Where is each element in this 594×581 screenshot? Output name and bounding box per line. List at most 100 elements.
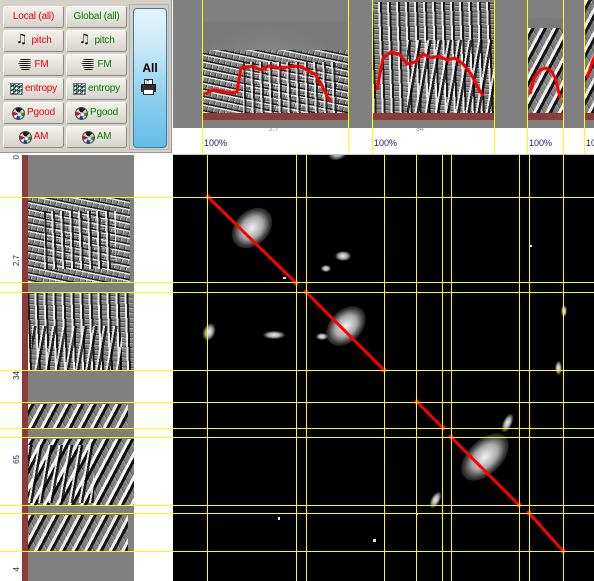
matrix-grid-vline [563,155,564,581]
fm-wave-icon [18,59,32,71]
axis-boundary-line [563,128,564,154]
segment-boundary-line [372,0,373,128]
music-note-icon [15,33,29,48]
disc-icon [75,106,89,120]
disc-icon [12,106,26,120]
fm-wave-icon [81,59,95,71]
matrix-grid-hline [173,505,594,506]
button-local-entropy-label: entropy [25,83,57,94]
button-local-pitch-label: pitch [31,35,52,46]
left-sound-segment-2 [28,292,133,370]
row-boundary-line [0,551,173,552]
left-spectrogram-strip[interactable]: 0 2.7 34 65 4 [0,155,173,581]
left-row-number-1: 0 [12,155,21,160]
button-local-pitch[interactable]: pitch [3,30,64,52]
button-global-am[interactable]: AM [66,126,127,148]
button-global-all[interactable]: Global (all) [66,6,127,28]
button-global-fm[interactable]: FM [66,54,127,76]
button-local-am[interactable]: AM [3,126,64,148]
segment-percent-4: 100% [586,138,594,148]
button-global-entropy-label: entropy [88,83,120,94]
button-local-pgood-label: Pgood [27,107,55,118]
segment-boundary-line [202,0,203,128]
top-percent-axis: 2.7 34 65 100% 100% 100% 100% 100% [173,128,594,155]
button-local-entropy[interactable]: entropy [3,78,64,100]
segment-boundary-line [527,0,528,128]
top-spectrogram-strip[interactable] [173,0,594,128]
matrix-grid-hline [173,428,594,429]
button-global-all-label: Global (all) [73,11,120,22]
top-pitch-trace-1 [204,64,333,103]
matrix-grid-hline [173,551,594,552]
matrix-grid-vline [416,155,417,581]
matrix-grid-vline [529,155,530,581]
left-sound-segment-5 [28,515,128,551]
segment-percent-2: 100% [374,138,398,148]
matrix-grid-hline [173,513,594,514]
entropy-icon [10,83,24,95]
button-global-am-label: AM [96,131,112,142]
button-global-entropy[interactable]: entropy [66,78,127,100]
top-pitch-trace-4 [585,54,594,79]
matrix-grid-hline [173,437,594,438]
row-boundary-line [0,197,173,198]
button-local-pgood[interactable]: Pgood [3,102,64,124]
axis-boundary-line [372,128,373,154]
matrix-grid-hline [173,197,594,198]
all-button[interactable]: All ♫ [133,8,167,148]
top-tick-number-2: 34 [416,128,424,133]
row-boundary-line [0,428,173,429]
segment-boundary-line [494,0,495,128]
row-boundary-line [0,370,173,371]
left-sound-segment-1 [28,197,130,282]
axis-boundary-line [348,128,349,154]
button-global-pgood[interactable]: Pgood [66,102,127,124]
feature-button-grid: Local (all) Global (all) pitch pitch [3,6,127,148]
left-sound-segment-4 [28,439,134,505]
segment-boundary-line [584,0,585,128]
similarity-matrix-window: Local (all) Global (all) pitch pitch [0,0,594,581]
axis-boundary-line [494,128,495,154]
left-row-number-2: 2.7 [12,255,21,267]
left-row-number-3: 34 [12,371,21,380]
row-boundary-line [0,437,173,438]
row-boundary-line [0,282,173,283]
axis-boundary-line [202,128,203,154]
axis-boundary-line [527,128,528,154]
disc-icon [18,130,32,144]
button-global-pgood-label: Pgood [90,107,118,118]
left-sound-segment-3 [28,404,128,429]
left-row-number-5: 4 [12,567,21,572]
row-boundary-line [0,513,173,514]
segment-boundary-line [563,0,564,128]
matrix-grid-vline [384,155,385,581]
button-local-am-label: AM [33,131,49,142]
disc-icon [81,130,95,144]
matrix-grid-vline [296,155,297,581]
print-icon: ♫ [140,79,160,95]
matrix-grid-hline [173,402,594,403]
button-local-fm-label: FM [34,59,49,70]
button-local-fm[interactable]: FM [3,54,64,76]
matrix-grid-vline [519,155,520,581]
left-row-number-4: 65 [12,455,21,464]
button-local-all-label: Local (all) [12,11,55,22]
all-button-container: All ♫ [129,4,169,150]
top-pitch-trace-3 [528,66,562,99]
button-global-pitch[interactable]: pitch [66,30,127,52]
row-boundary-line [0,402,173,403]
top-tick-number-1: 2.7 [269,128,279,133]
button-local-all[interactable]: Local (all) [3,6,64,28]
matrix-grid-hline [173,292,594,293]
matrix-grid-vline [207,155,208,581]
segment-percent-1: 100% [204,138,228,148]
entropy-icon [73,83,87,95]
axis-boundary-line [584,128,585,154]
similarity-matrix-plot[interactable] [173,155,594,581]
segment-boundary-line [348,0,349,128]
row-boundary-line [0,292,173,293]
button-global-pitch-label: pitch [94,35,115,46]
segment-percent-3: 100% [529,138,553,148]
matrix-grid-vline [451,155,452,581]
music-note-icon [78,33,92,48]
